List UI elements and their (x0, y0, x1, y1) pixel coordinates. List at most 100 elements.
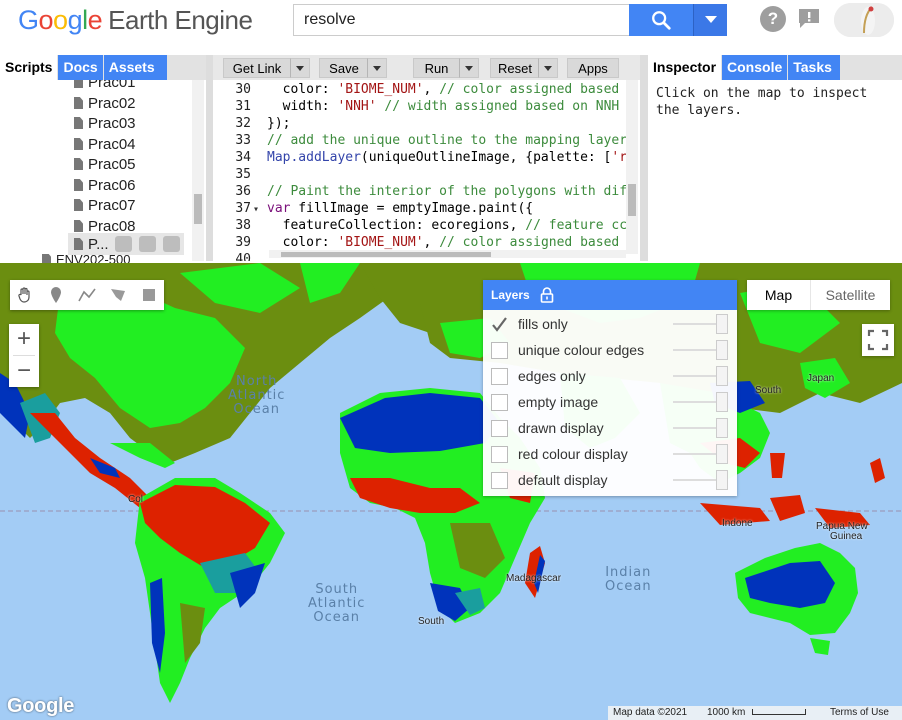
layer-opacity-handle[interactable] (716, 314, 728, 334)
file-item[interactable]: Prac05 (74, 154, 136, 174)
right-tabbar: Inspector Console Tasks (648, 55, 902, 80)
map-view[interactable]: North Atlantic Ocean South Atlantic Ocean In… (0, 263, 902, 720)
code-line: 37 ▾ var fillImage = emptyImage.paint({ (235, 201, 534, 218)
zoom-out-button[interactable]: − (9, 356, 39, 387)
map-data-credit[interactable]: Map data ©2021 (613, 707, 687, 718)
panels-area: Scripts Docs Assets Prac01 Prac02 Prac03… (0, 55, 902, 264)
reset-button[interactable]: Reset (490, 58, 540, 78)
draw-rectangle-icon[interactable] (133, 280, 164, 310)
code-line: 33// add the unique outline to the mappi… (235, 133, 628, 148)
file-tree-scroll-thumb[interactable] (194, 194, 202, 224)
zoom-in-button[interactable]: + (9, 324, 39, 355)
code-line: 39 color: 'BIOME_NUM', // color assigned… (235, 235, 620, 250)
apps-button[interactable]: Apps (567, 58, 619, 78)
map-type-satellite-button[interactable]: Satellite (810, 280, 890, 310)
get-link-button[interactable]: Get Link (223, 58, 291, 78)
layer-checkbox[interactable] (491, 446, 508, 463)
south-atlantic-label: South Atlantic Ocean (308, 582, 366, 625)
place-label: Japan (807, 373, 835, 384)
layer-checkbox[interactable] (491, 316, 508, 333)
layers-header[interactable]: Layers (483, 280, 737, 310)
fold-arrow-icon[interactable]: ▾ (253, 201, 267, 218)
code-scrollbar-vertical[interactable] (626, 80, 638, 254)
chevron-down-icon (544, 65, 552, 71)
run-button[interactable]: Run (413, 58, 460, 78)
tab-scripts[interactable]: Scripts (0, 55, 58, 80)
layer-row: default display (483, 467, 737, 493)
file-item[interactable]: Prac04 (74, 134, 136, 154)
edit-icon[interactable] (139, 236, 156, 252)
code-line: 35 (235, 167, 251, 182)
reset-dropdown[interactable] (538, 58, 558, 78)
layer-name: drawn display (518, 420, 604, 436)
get-link-dropdown[interactable] (290, 58, 310, 78)
tab-assets[interactable]: Assets (103, 55, 167, 80)
pan-hand-icon[interactable] (10, 280, 41, 310)
file-tree-scrollbar[interactable] (192, 80, 204, 261)
search-input[interactable] (293, 4, 629, 36)
history-icon[interactable] (115, 236, 132, 252)
tab-inspector[interactable]: Inspector (648, 55, 722, 80)
file-icon (74, 97, 83, 109)
feedback-icon[interactable] (797, 8, 821, 30)
scale-label[interactable]: 1000 km (707, 707, 745, 718)
layer-name: edges only (518, 368, 586, 384)
layer-name: red colour display (518, 446, 628, 462)
terms-link[interactable]: Terms of Use (830, 707, 889, 718)
code-line: 31 width: 'NNH' // width assigned based … (235, 99, 620, 114)
layer-checkbox[interactable] (491, 420, 508, 437)
code-editor-panel: Get Link Save Run Reset Apps 30 color: '… (213, 55, 640, 261)
chevron-down-icon (704, 16, 717, 23)
layer-checkbox[interactable] (491, 472, 508, 489)
fullscreen-button[interactable] (862, 324, 894, 356)
chevron-down-icon (465, 65, 473, 71)
layer-opacity-handle[interactable] (716, 444, 728, 464)
map-type-map-button[interactable]: Map (747, 280, 810, 310)
layer-checkbox[interactable] (491, 342, 508, 359)
layer-checkbox[interactable] (491, 368, 508, 385)
code-line: 36// Paint the interior of the polygons … (235, 184, 628, 199)
search-options-dropdown[interactable] (693, 4, 727, 36)
tab-docs[interactable]: Docs (58, 55, 103, 80)
code-scroll-thumb-vertical[interactable] (628, 184, 636, 216)
tab-tasks[interactable]: Tasks (788, 55, 840, 80)
file-item[interactable]: Prac07 (74, 195, 136, 215)
layer-name: unique colour edges (518, 342, 645, 358)
chevron-down-icon (296, 65, 304, 71)
tab-console[interactable]: Console (722, 55, 788, 80)
draw-line-icon[interactable] (72, 280, 103, 310)
file-item[interactable]: Prac01 (74, 80, 136, 92)
layer-opacity-handle[interactable] (716, 418, 728, 438)
code-area[interactable]: 30 color: 'BIOME_NUM', // color assigned… (213, 80, 640, 261)
file-item[interactable]: Prac03 (74, 113, 136, 133)
file-icon (74, 220, 83, 232)
place-label: Indone (722, 518, 753, 529)
lock-icon[interactable] (540, 287, 554, 303)
search-button[interactable] (629, 4, 693, 36)
save-dropdown[interactable] (367, 58, 387, 78)
layer-name: fills only (518, 316, 568, 332)
add-marker-icon[interactable] (41, 280, 72, 310)
file-item[interactable]: Prac06 (74, 175, 136, 195)
layer-name: default display (518, 472, 608, 488)
north-atlantic-label: North Atlantic Ocean (228, 374, 286, 417)
layer-opacity-handle[interactable] (716, 470, 728, 490)
fullscreen-icon (867, 329, 889, 351)
save-button[interactable]: Save (319, 58, 369, 78)
account-avatar[interactable] (834, 3, 894, 37)
editor-toolbar: Get Link Save Run Reset Apps (213, 55, 640, 80)
file-item[interactable]: Prac02 (74, 93, 136, 113)
delete-icon[interactable] (163, 236, 180, 252)
layer-opacity-handle[interactable] (716, 340, 728, 360)
code-scroll-thumb-horizontal[interactable] (281, 252, 491, 257)
layer-checkbox[interactable] (491, 394, 508, 411)
file-icon (74, 199, 83, 211)
earth-engine-logo[interactable]: Google Earth Engine (18, 5, 253, 36)
draw-shape-icon[interactable] (102, 280, 133, 310)
layer-opacity-handle[interactable] (716, 366, 728, 386)
world-map (0, 263, 902, 720)
indian-ocean-label: Indian Ocean (605, 565, 652, 594)
help-icon[interactable]: ? (760, 6, 786, 32)
layer-opacity-handle[interactable] (716, 392, 728, 412)
run-dropdown[interactable] (459, 58, 479, 78)
